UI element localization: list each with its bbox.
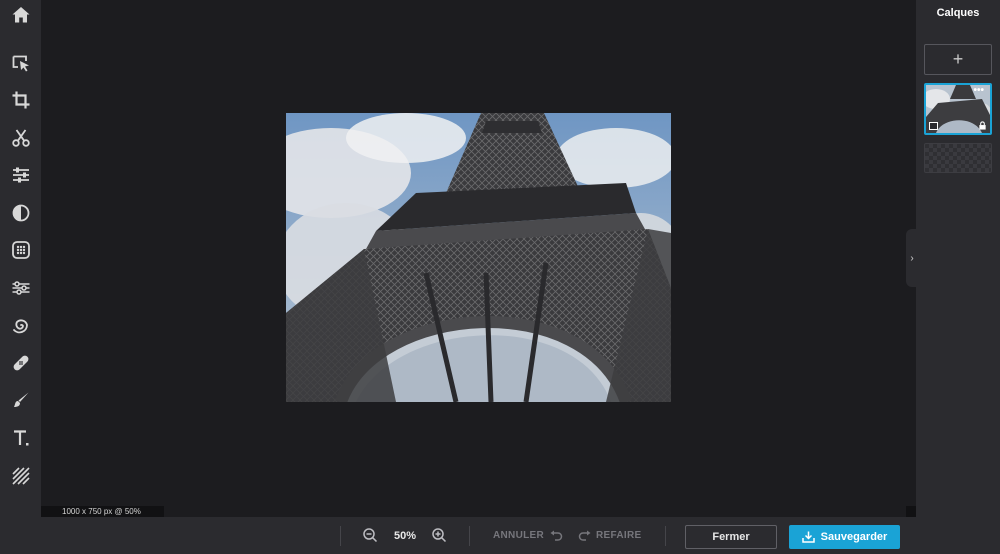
home-icon bbox=[12, 7, 29, 23]
undo-icon bbox=[550, 530, 563, 541]
select-arrow-icon bbox=[12, 55, 29, 72]
contrast-icon bbox=[12, 204, 29, 222]
liquify-icon bbox=[12, 281, 29, 295]
editor-canvas[interactable]: 1000 x 750 px @ 50% bbox=[41, 0, 916, 517]
dots-grid-icon bbox=[11, 241, 30, 259]
effects-tool-button[interactable] bbox=[0, 235, 41, 265]
add-layer-button[interactable]: + bbox=[924, 44, 992, 75]
bandage-icon bbox=[13, 355, 28, 371]
hatch-icon bbox=[11, 467, 30, 485]
redo-icon bbox=[578, 530, 591, 541]
zoom-level: 50% bbox=[394, 530, 417, 542]
adjust-tool-button[interactable] bbox=[0, 160, 41, 190]
layer-item-photo[interactable]: ••• bbox=[924, 83, 992, 135]
divider bbox=[469, 526, 470, 546]
zoom-out-icon[interactable] bbox=[362, 527, 378, 543]
undo-button[interactable]: ANNULER bbox=[493, 517, 565, 554]
lock-icon[interactable] bbox=[978, 121, 987, 130]
contrast-tool-button[interactable] bbox=[0, 198, 41, 228]
save-button[interactable]: Sauvegarder bbox=[789, 525, 900, 549]
home-button[interactable] bbox=[0, 0, 41, 30]
scissors-icon bbox=[11, 129, 30, 147]
chevron-right-icon: › bbox=[910, 252, 914, 264]
eiffel-tower-photo bbox=[286, 113, 671, 402]
text-tool-button[interactable] bbox=[0, 423, 41, 453]
redo-label: REFAIRE bbox=[596, 530, 642, 541]
text-icon bbox=[13, 430, 28, 446]
close-button[interactable]: Fermer bbox=[685, 525, 777, 549]
canvas-image[interactable] bbox=[286, 113, 671, 402]
more-options-icon[interactable]: ••• bbox=[973, 86, 984, 96]
undo-label: ANNULER bbox=[493, 530, 544, 541]
swirl-icon bbox=[12, 319, 28, 334]
canvas-corner bbox=[906, 506, 916, 517]
cut-tool-button[interactable] bbox=[0, 123, 41, 153]
layer-image-icon bbox=[929, 122, 938, 130]
divider bbox=[340, 526, 341, 546]
sliders-icon bbox=[12, 167, 29, 183]
layers-panel-title: Calques bbox=[936, 7, 980, 19]
divider bbox=[665, 526, 666, 546]
plus-icon: + bbox=[952, 49, 964, 69]
select-tool-button[interactable] bbox=[0, 48, 41, 78]
save-label: Sauvegarder bbox=[820, 531, 888, 543]
left-toolbar bbox=[0, 0, 41, 554]
liquify-tool-button[interactable] bbox=[0, 273, 41, 303]
swirl-tool-button[interactable] bbox=[0, 310, 41, 340]
zoom-in-icon[interactable] bbox=[431, 527, 447, 543]
layer-item-empty[interactable] bbox=[924, 143, 992, 173]
canvas-size-info: 1000 x 750 px @ 50% bbox=[41, 506, 164, 517]
crop-icon bbox=[12, 91, 29, 109]
heal-tool-button[interactable] bbox=[0, 348, 41, 378]
bottom-bar: 50% ANNULER REFAIRE Fermer Sauvegarder bbox=[41, 517, 916, 554]
crop-tool-button[interactable] bbox=[0, 85, 41, 115]
brush-icon bbox=[13, 392, 28, 407]
brush-tool-button[interactable] bbox=[0, 385, 41, 415]
pattern-tool-button[interactable] bbox=[0, 461, 41, 491]
redo-button[interactable]: REFAIRE bbox=[578, 517, 648, 554]
download-icon bbox=[801, 531, 815, 543]
layers-panel: Calques + ••• bbox=[916, 0, 1000, 554]
